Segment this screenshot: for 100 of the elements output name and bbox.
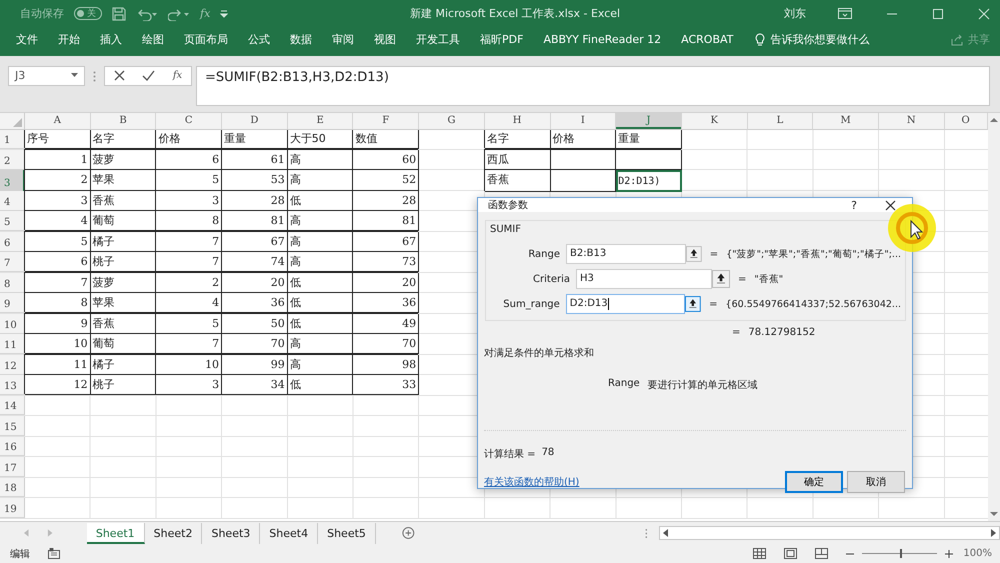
dialog-button[interactable]: 确定: [785, 471, 843, 494]
table-cell: 高: [288, 150, 354, 170]
table-cell: 香蕉: [484, 170, 550, 192]
table-cell: 7: [156, 252, 222, 272]
row-header[interactable]: 8: [0, 272, 25, 293]
row-header[interactable]: 12: [0, 354, 25, 375]
page-break-icon[interactable]: [815, 548, 828, 560]
table-cell: 序号: [25, 129, 91, 150]
user-name[interactable]: 刘东: [784, 6, 806, 22]
table-cell: 61: [222, 150, 288, 170]
save-icon[interactable]: [112, 6, 126, 21]
row-header[interactable]: 15: [0, 416, 25, 436]
table-cell: 50: [222, 314, 288, 334]
ribbon-tab[interactable]: 开发工具: [416, 32, 460, 48]
table-cell: 20: [222, 272, 288, 293]
row-header[interactable]: 2: [0, 150, 25, 170]
collapse-dialog-icon[interactable]: [685, 295, 702, 314]
table-cell: 67: [222, 232, 288, 252]
formula-field[interactable]: =SUMIF(B2:B13,H3,D2:D13): [196, 66, 990, 106]
close-icon[interactable]: [885, 200, 896, 211]
equals-sign: =: [709, 298, 718, 310]
table-cell: 重量: [616, 129, 682, 150]
column-header[interactable]: G: [419, 113, 485, 130]
row-header[interactable]: 5: [0, 211, 25, 232]
ribbon-tab[interactable]: 开始: [58, 32, 80, 48]
function-name: SUMIF: [490, 224, 522, 236]
page-layout-icon[interactable]: [784, 548, 798, 560]
zoom-in-icon[interactable]: [945, 550, 954, 558]
collapse-dialog-icon[interactable]: [712, 270, 730, 288]
maximize-icon[interactable]: [932, 8, 944, 20]
ribbon-tab[interactable]: 绘图: [142, 32, 164, 48]
column-header[interactable]: N: [878, 113, 945, 130]
checkmark-icon[interactable]: [142, 70, 156, 82]
table-cell: 36: [222, 293, 288, 314]
ribbon-tab[interactable]: 视图: [374, 32, 396, 48]
insert-function-button[interactable]: fx: [172, 70, 182, 82]
formula-value: 78.12798152: [748, 327, 816, 338]
dialog-button[interactable]: 取消: [847, 471, 905, 494]
table-cell: 香蕉: [90, 190, 156, 211]
add-sheet-icon[interactable]: [402, 526, 415, 540]
argument-field[interactable]: D2:D13: [566, 294, 686, 314]
table-cell: 98: [353, 354, 420, 375]
column-header[interactable]: K: [682, 113, 748, 130]
row-header[interactable]: 11: [0, 334, 25, 354]
row-header[interactable]: 17: [0, 457, 25, 477]
horizontal-scrollbar[interactable]: [659, 526, 1000, 540]
table-cell: 81: [222, 211, 288, 232]
ribbon-tab[interactable]: 页面布局: [184, 32, 228, 48]
table-cell: 高: [288, 232, 354, 252]
scroll-right-icon[interactable]: [989, 529, 997, 538]
table-cell: 3: [156, 375, 222, 396]
row-header[interactable]: 13: [0, 375, 25, 396]
ribbon-tab[interactable]: 数据: [290, 32, 312, 48]
column-header[interactable]: M: [813, 113, 879, 130]
help-button[interactable]: ?: [851, 198, 857, 212]
table-cell: 橘子: [90, 354, 156, 375]
ribbon-tab[interactable]: ACROBAT: [681, 33, 734, 46]
zoom-level[interactable]: 100%: [963, 548, 992, 560]
row-header[interactable]: 4: [0, 190, 25, 211]
normal-view-icon[interactable]: [753, 548, 766, 560]
row-header[interactable]: 7: [0, 252, 25, 272]
column-header[interactable]: J: [616, 113, 682, 130]
name-box[interactable]: J3: [8, 66, 85, 86]
row-header[interactable]: 6: [0, 232, 25, 252]
row-header[interactable]: 3: [0, 170, 25, 192]
sheet-tab[interactable]: Sheet1: [86, 522, 145, 544]
ribbon-tab[interactable]: ABBYY FineReader 12: [543, 33, 662, 46]
ribbon-tab[interactable]: 公式: [248, 32, 270, 48]
customize-caret-icon[interactable]: [220, 10, 228, 18]
help-link[interactable]: 有关该函数的帮助(H): [484, 475, 580, 490]
ribbon-tab[interactable]: 审阅: [332, 32, 354, 48]
lightbulb-icon: [755, 33, 766, 46]
ribbon-tab[interactable]: 文件: [16, 32, 38, 48]
table-cell: 1: [25, 150, 91, 170]
row-header[interactable]: 9: [0, 293, 25, 314]
row-header[interactable]: 10: [0, 314, 25, 334]
macro-record-icon[interactable]: [48, 548, 60, 560]
column-header[interactable]: L: [748, 113, 814, 130]
ribbon-display-icon[interactable]: [838, 8, 852, 20]
scroll-left-icon[interactable]: [662, 529, 670, 538]
row-header[interactable]: 14: [0, 396, 25, 416]
table-cell: 低: [288, 190, 354, 211]
cancel-icon[interactable]: [114, 70, 125, 82]
ribbon-tab[interactable]: 福昕PDF: [480, 32, 524, 48]
tell-me-field[interactable]: 告诉我你想要做什么: [770, 32, 870, 48]
row-header[interactable]: 18: [0, 478, 25, 498]
argument-field[interactable]: H3: [576, 269, 712, 290]
argument-field[interactable]: B2:B13: [566, 244, 686, 264]
redo-icon[interactable]: [168, 6, 190, 21]
drag-handle-icon[interactable]: [93, 70, 96, 82]
caret-icon[interactable]: [71, 73, 78, 78]
ribbon-tab[interactable]: 插入: [100, 32, 122, 48]
table-cell: 67: [353, 232, 420, 252]
undo-icon[interactable]: [136, 6, 158, 21]
table-cell: 3: [156, 190, 222, 211]
row-header[interactable]: 16: [0, 436, 25, 456]
row-header[interactable]: 1: [0, 129, 25, 150]
row-header[interactable]: 19: [0, 498, 25, 518]
collapse-dialog-icon[interactable]: [686, 245, 702, 264]
argument-name: Range: [608, 378, 640, 392]
